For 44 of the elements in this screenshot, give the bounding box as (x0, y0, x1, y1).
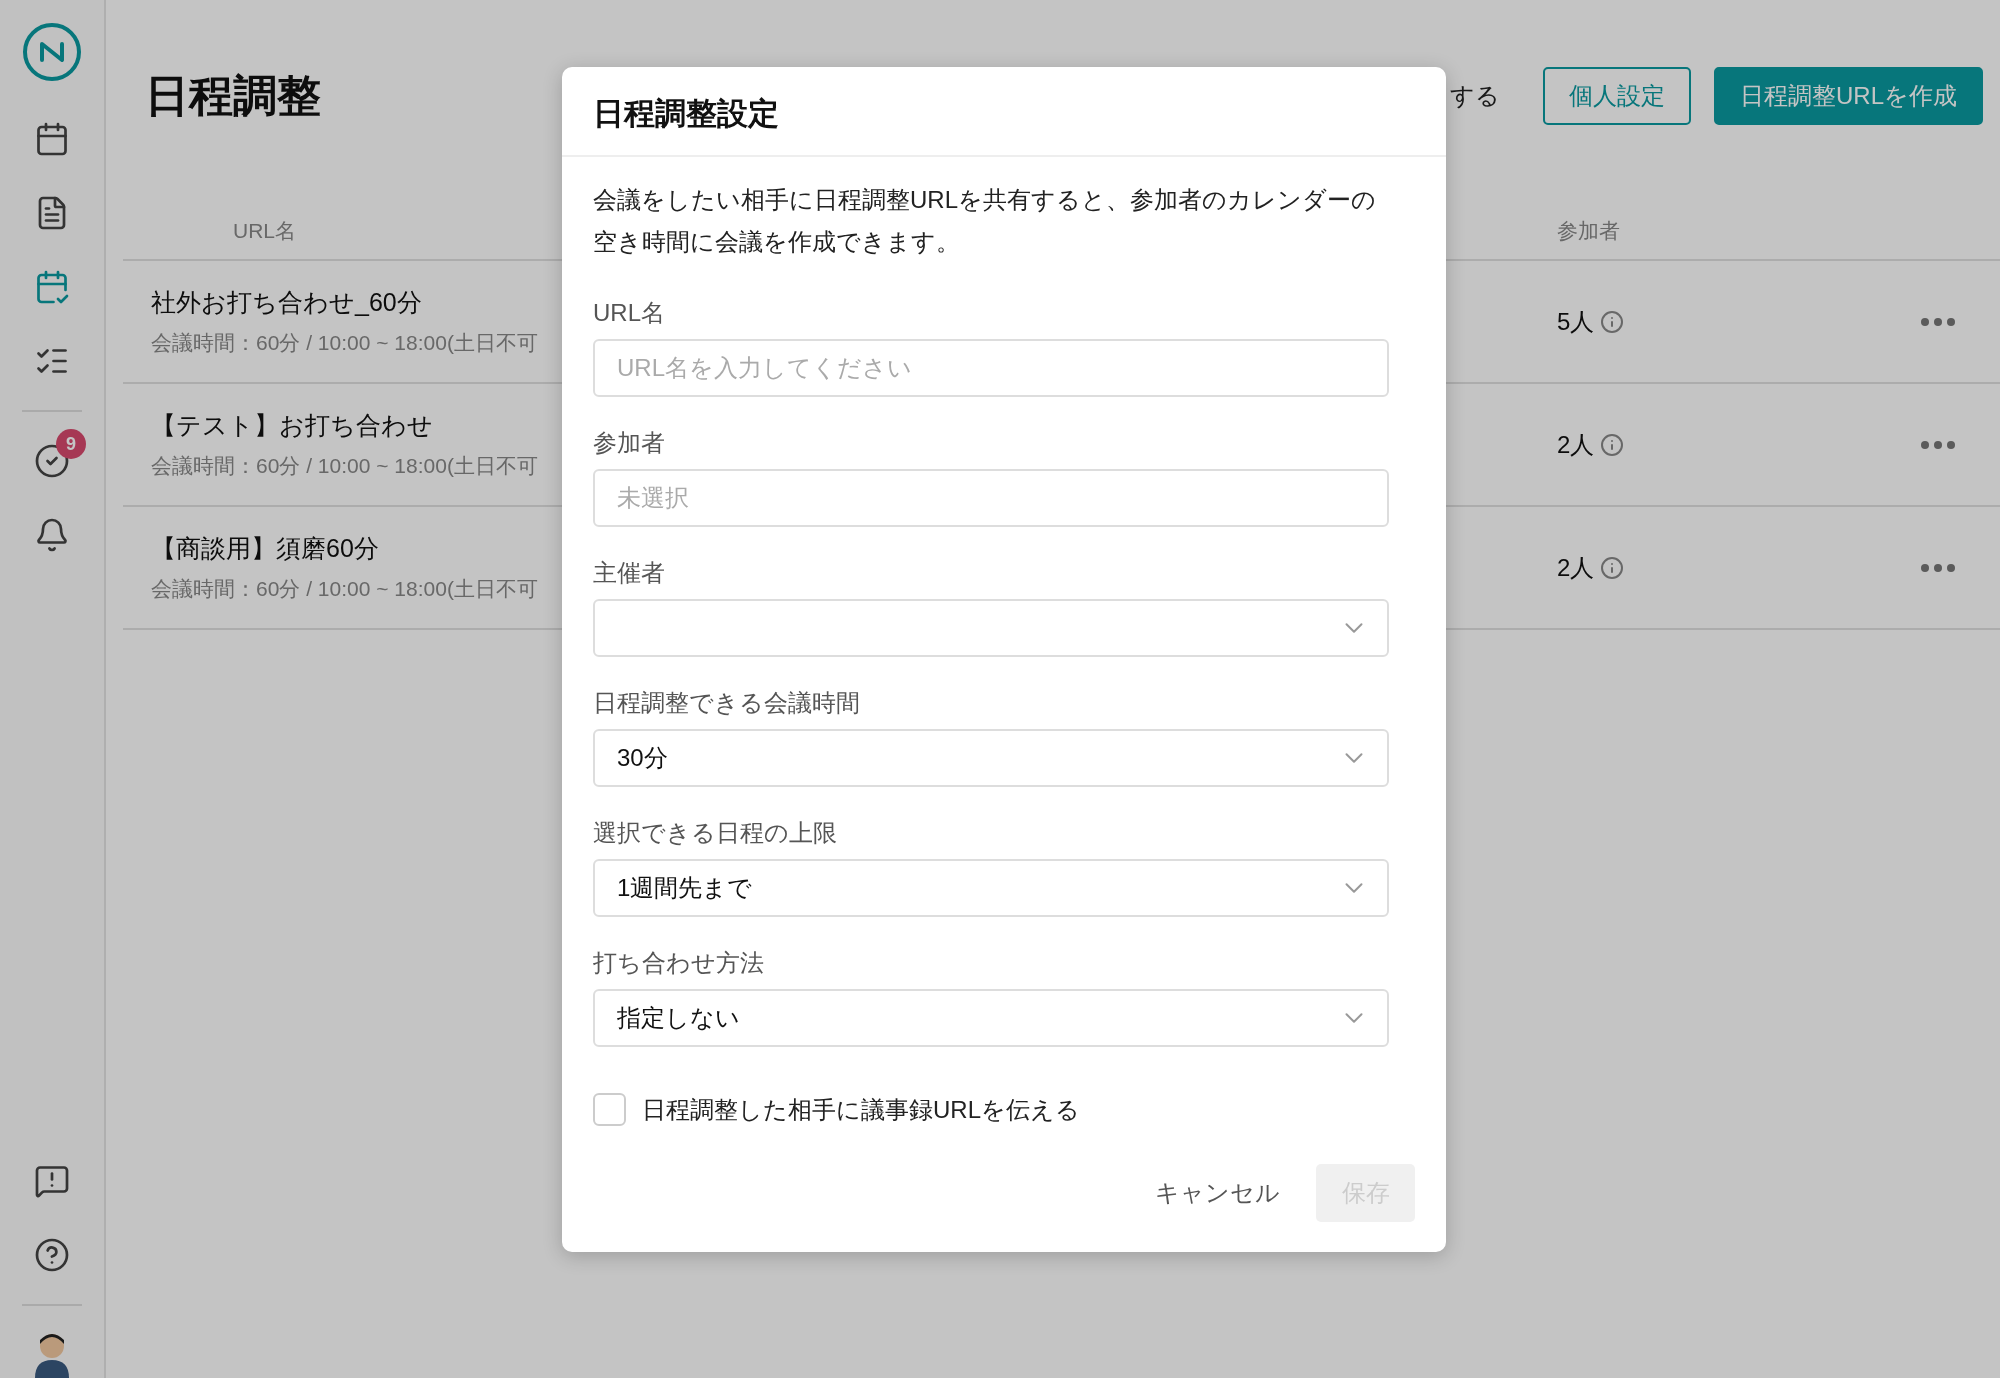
more-icon[interactable] (1920, 562, 1956, 573)
field-label: 選択できる日程の上限 (593, 818, 837, 848)
input-field[interactable]: URL名を入力してください (593, 339, 1389, 397)
select-field[interactable] (593, 599, 1389, 657)
info-icon[interactable] (1600, 309, 1625, 334)
help-icon (34, 1237, 70, 1273)
action-text: する (1450, 81, 1500, 111)
url-name: 【テスト】お打ち合わせ (151, 410, 433, 441)
field-label: 日程調整できる会議時間 (593, 688, 860, 718)
checkbox-label: 日程調整した相手に議事録URLを伝える (642, 1094, 1080, 1125)
participant-count: 5人 (1557, 306, 1595, 337)
select-field[interactable]: 30分 (593, 729, 1389, 787)
cancel-button[interactable]: キャンセル (1149, 1167, 1286, 1219)
info-icon[interactable] (1600, 432, 1625, 457)
more-icon[interactable] (1920, 316, 1956, 327)
page-title: 日程調整 (145, 69, 321, 122)
url-name: 【商談用】須磨60分 (151, 533, 379, 564)
message-alert-icon (34, 1163, 70, 1199)
calendar-icon (34, 121, 70, 157)
more-icon[interactable] (1920, 439, 1956, 450)
checkbox[interactable] (593, 1093, 626, 1126)
column-header: 参加者 (1557, 217, 1620, 244)
logo-icon[interactable] (22, 22, 82, 82)
input-field[interactable]: 未選択 (593, 469, 1389, 527)
select-field[interactable]: 1週間先まで (593, 859, 1389, 917)
notification-badge: 9 (56, 429, 86, 459)
field-label: 参加者 (593, 428, 665, 458)
bell-icon (34, 517, 70, 553)
dialog-title: 日程調整設定 (562, 67, 1446, 157)
meeting-detail: 会議時間：60分 / 10:00 ~ 18:00(土日不可 (151, 453, 538, 479)
url-name: 社外お打ち合わせ_60分 (151, 287, 422, 318)
participant-count: 2人 (1557, 552, 1595, 583)
select-field[interactable]: 指定しない (593, 989, 1389, 1047)
dialog-description: 会議をしたい相手に日程調整URLを共有すると、参加者のカレンダーの空き時間に会議を作成できます。 (593, 185, 1377, 257)
field-label: 主催者 (593, 558, 665, 588)
column-header: URL名 (233, 217, 296, 244)
sidebar-item[interactable]: 9 (18, 429, 86, 493)
participant-count: 2人 (1557, 429, 1595, 460)
meeting-detail: 会議時間：60分 / 10:00 ~ 18:00(土日不可 (151, 576, 538, 602)
info-icon[interactable] (1600, 555, 1625, 580)
calendar-check-icon (34, 269, 70, 305)
meeting-detail: 会議時間：60分 / 10:00 ~ 18:00(土日不可 (151, 330, 538, 356)
field-label: 打ち合わせ方法 (593, 948, 764, 978)
field-label: URL名 (593, 298, 665, 328)
